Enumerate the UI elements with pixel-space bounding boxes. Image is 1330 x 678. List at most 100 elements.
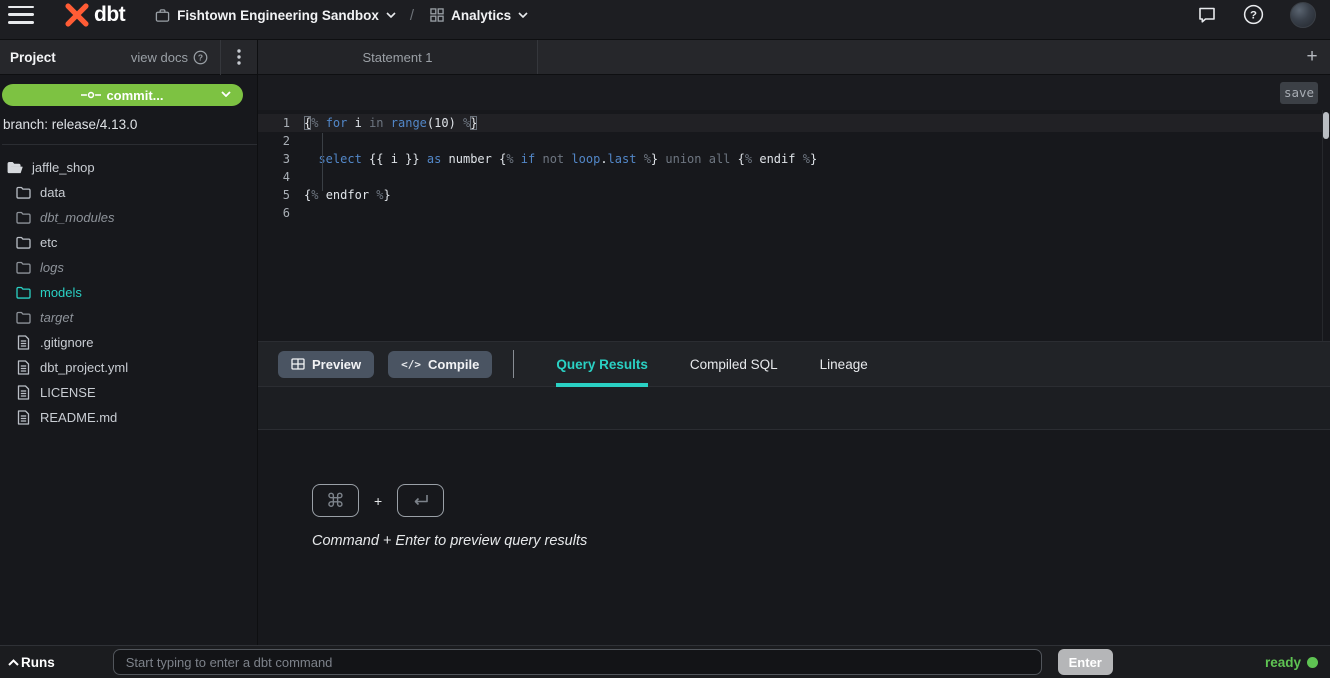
runs-drawer-toggle[interactable]: Runs xyxy=(8,655,55,670)
results-subheader xyxy=(258,387,1330,430)
chat-icon[interactable] xyxy=(1197,5,1217,25)
line-number: 6 xyxy=(258,204,304,222)
view-docs-label: view docs xyxy=(131,50,188,65)
results-tab-compiled-sql[interactable]: Compiled SQL xyxy=(690,342,778,387)
user-avatar[interactable] xyxy=(1290,2,1316,28)
results-panel-toolbar: Preview </> Compile Query Results Compile… xyxy=(258,342,1330,387)
code-editor[interactable]: 1{% for i in range(10) %}23 select {{ i … xyxy=(258,110,1330,342)
indent-guide xyxy=(322,133,323,191)
file-icon xyxy=(15,410,31,425)
help-icon[interactable]: ? xyxy=(1243,4,1264,25)
runs-label: Runs xyxy=(21,655,55,670)
tree-item-label: data xyxy=(40,185,65,200)
shortcut-hint-text: Command + Enter to preview query results xyxy=(312,533,1330,549)
tree-item-dbt-project-yml[interactable]: dbt_project.yml xyxy=(0,355,257,380)
folder-icon xyxy=(15,311,31,324)
tree-item-label: logs xyxy=(40,260,64,275)
code-icon: </> xyxy=(401,358,421,371)
tree-item-label: models xyxy=(40,285,82,300)
results-tab-lineage[interactable]: Lineage xyxy=(820,342,868,387)
scrollbar-thumb[interactable] xyxy=(1323,112,1329,139)
tree-item-models[interactable]: models xyxy=(0,280,257,305)
tree-item-label: README.md xyxy=(40,410,117,425)
breadcrumb-separator: / xyxy=(410,7,414,24)
chevron-up-icon xyxy=(8,659,19,666)
tree-item-logs[interactable]: logs xyxy=(0,255,257,280)
project-name: Analytics xyxy=(451,8,511,23)
compile-button[interactable]: </> Compile xyxy=(388,351,492,378)
tree-item--gitignore[interactable]: .gitignore xyxy=(0,330,257,355)
tree-item-label: etc xyxy=(40,235,57,250)
tree-item-label: target xyxy=(40,310,73,325)
code-line-1: 1{% for i in range(10) %} xyxy=(258,114,1330,132)
code-line-4: 4 xyxy=(258,168,1330,186)
dbt-command-input[interactable] xyxy=(113,649,1042,675)
view-docs-link[interactable]: view docs ? xyxy=(131,50,220,65)
grid-icon xyxy=(430,8,444,22)
branch-label: branch: release/4.13.0 xyxy=(2,106,257,145)
enter-button[interactable]: Enter xyxy=(1058,649,1113,675)
folder-icon xyxy=(15,186,31,199)
status-indicator: ready xyxy=(1265,655,1318,670)
header-row: Project view docs ? Statement 1 + xyxy=(0,40,1330,75)
tree-item-dbt-modules[interactable]: dbt_modules xyxy=(0,205,257,230)
dbt-cloud-ide: dbt Fishtown Engineering Sandbox / xyxy=(0,0,1330,678)
status-dot-icon xyxy=(1307,657,1318,668)
line-number: 1 xyxy=(258,114,304,132)
toolbar-divider xyxy=(513,350,514,378)
tree-item-etc[interactable]: etc xyxy=(0,230,257,255)
line-number: 3 xyxy=(258,150,304,168)
folder-icon xyxy=(15,261,31,274)
account-dropdown[interactable]: Fishtown Engineering Sandbox xyxy=(155,8,396,23)
editor-scrollbar[interactable] xyxy=(1322,110,1330,341)
tree-item-label: .gitignore xyxy=(40,335,93,350)
line-number: 4 xyxy=(258,168,304,186)
tree-item-jaffle-shop[interactable]: jaffle_shop xyxy=(0,155,257,180)
dbt-logo: dbt xyxy=(64,2,125,28)
tree-item-readme-md[interactable]: README.md xyxy=(0,405,257,430)
commit-button[interactable]: commit... xyxy=(2,84,243,106)
svg-text:?: ? xyxy=(198,52,203,62)
chevron-down-icon xyxy=(386,12,396,18)
editor-tabstrip: Statement 1 + xyxy=(258,40,1330,74)
file-icon xyxy=(15,335,31,350)
code-line-2: 2 xyxy=(258,132,1330,150)
top-navigation-bar: dbt Fishtown Engineering Sandbox / xyxy=(0,0,1330,40)
line-number: 5 xyxy=(258,186,304,204)
code-line-6: 6 xyxy=(258,204,1330,222)
editor-actions-row: save xyxy=(258,75,1330,110)
file-icon xyxy=(15,360,31,375)
preview-label: Preview xyxy=(312,357,361,372)
results-tabs: Query Results Compiled SQL Lineage xyxy=(556,342,909,387)
tree-item-label: dbt_project.yml xyxy=(40,360,128,375)
file-icon xyxy=(15,385,31,400)
account-name: Fishtown Engineering Sandbox xyxy=(177,8,379,23)
file-explorer-sidebar: commit... branch: release/4.13.0 jaffle_… xyxy=(0,75,258,645)
dbt-logo-text: dbt xyxy=(94,3,125,27)
hamburger-menu-icon[interactable] xyxy=(8,5,34,25)
tab-statement-1[interactable]: Statement 1 xyxy=(258,40,538,74)
git-commit-icon xyxy=(81,90,101,100)
folder-icon xyxy=(15,211,31,224)
plus-sign: + xyxy=(374,493,382,509)
tree-item-label: LICENSE xyxy=(40,385,96,400)
results-tab-query-results[interactable]: Query Results xyxy=(556,342,648,387)
table-icon xyxy=(291,358,305,370)
folder-icon xyxy=(15,286,31,299)
question-circle-icon: ? xyxy=(193,50,208,65)
preview-button[interactable]: Preview xyxy=(278,351,374,378)
tree-item-data[interactable]: data xyxy=(0,180,257,205)
commit-chevron-icon xyxy=(221,91,231,97)
briefcase-icon xyxy=(155,8,170,23)
sidebar-menu-icon[interactable] xyxy=(221,49,257,65)
query-results-empty-state: ⌘ + Command + Enter to preview query res… xyxy=(258,430,1330,645)
tree-item-label: jaffle_shop xyxy=(32,160,95,175)
svg-text:?: ? xyxy=(1250,10,1257,22)
new-tab-button[interactable]: + xyxy=(1300,40,1324,74)
tree-item-license[interactable]: LICENSE xyxy=(0,380,257,405)
sidebar-title: Project xyxy=(10,50,56,65)
tree-item-target[interactable]: target xyxy=(0,305,257,330)
project-dropdown[interactable]: Analytics xyxy=(430,8,528,23)
commit-label: commit... xyxy=(106,88,163,103)
save-button[interactable]: save xyxy=(1280,82,1318,104)
